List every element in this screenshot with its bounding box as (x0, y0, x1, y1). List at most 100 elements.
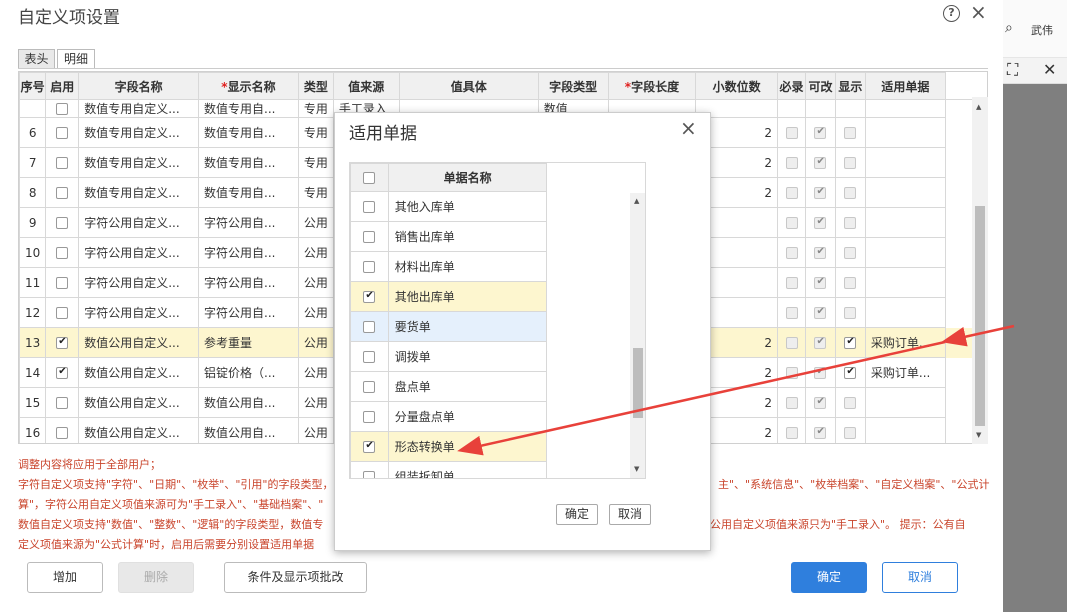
doc-checkbox[interactable] (363, 261, 376, 273)
doc-list-scrollbar[interactable]: ▲ ▼ (630, 193, 645, 478)
cell-applicable-doc[interactable] (864, 387, 946, 418)
doc-list-item[interactable]: 销售出库单 (350, 221, 645, 252)
scroll-down-icon[interactable]: ▼ (634, 465, 639, 473)
cell-applicable-doc[interactable] (864, 417, 946, 443)
grid-scrollbar[interactable]: ▲ ▼ (972, 97, 988, 444)
enabled-checkbox[interactable] (56, 277, 69, 289)
tab-header[interactable]: 表头 (18, 49, 55, 69)
cell-required (777, 297, 806, 328)
doc-list-item[interactable]: 其他出库单 (350, 281, 645, 312)
doc-checkbox[interactable] (363, 381, 376, 393)
grid-scroll-thumb[interactable] (975, 206, 985, 426)
doc-select-cell (350, 191, 389, 222)
cell-required (777, 147, 806, 178)
doc-checkbox[interactable] (363, 201, 376, 213)
cell-display-name[interactable]: 铝锭价格（... (198, 357, 299, 388)
help-icon[interactable]: ? (943, 5, 960, 22)
select-all-checkbox[interactable] (363, 172, 376, 184)
enabled-checkbox[interactable] (56, 366, 69, 379)
enabled-checkbox[interactable] (56, 103, 69, 115)
modal-cancel-button[interactable]: 取消 (609, 504, 651, 525)
cancel-button[interactable]: 取消 (882, 562, 958, 593)
cell-editable (805, 177, 836, 208)
doc-list-item[interactable]: 盘点单 (350, 371, 645, 402)
doc-checkbox[interactable] (363, 440, 376, 453)
cell-required (777, 207, 806, 238)
show-checkbox[interactable] (844, 336, 857, 349)
doc-checkbox[interactable] (363, 351, 376, 363)
cell-applicable-doc[interactable] (864, 237, 946, 268)
enabled-checkbox[interactable] (56, 157, 69, 169)
cell-display-name[interactable]: 数值专用自... (198, 117, 299, 148)
show-checkbox[interactable] (844, 366, 857, 379)
cell-display-name[interactable]: 字符公用自... (198, 297, 299, 328)
cell-seq: 12 (19, 297, 47, 328)
cell-applicable-doc[interactable] (864, 177, 946, 208)
doc-name: 盘点单 (387, 371, 548, 402)
cell-display-name[interactable]: 字符公用自... (198, 237, 299, 268)
enabled-checkbox[interactable] (56, 127, 69, 139)
modal-ok-button[interactable]: 确定 (556, 504, 598, 525)
cell-display-name[interactable]: 数值公用自... (198, 417, 299, 443)
cell-display-name[interactable]: 数值公用自... (198, 387, 299, 418)
fullscreen-icon[interactable]: ⛶ (1007, 60, 1018, 80)
user-name[interactable]: 武伟 (1031, 22, 1053, 38)
doc-scroll-thumb[interactable] (633, 348, 643, 418)
delete-button[interactable]: 删除 (118, 562, 194, 593)
cell-seq: 14 (19, 357, 47, 388)
doc-list-item[interactable]: 材料出库单 (350, 251, 645, 282)
show-checkbox (844, 247, 857, 259)
doc-list-item[interactable]: 形态转换单 (350, 431, 645, 462)
enabled-checkbox[interactable] (56, 307, 69, 319)
cell-editable (805, 297, 836, 328)
add-button[interactable]: 增加 (27, 562, 103, 593)
doc-list-item[interactable]: 调拨单 (350, 341, 645, 372)
col-value-detail: 值具体 (398, 72, 539, 100)
cell-display-name[interactable]: 数值专用自... (198, 177, 299, 208)
col-type: 类型 (297, 72, 334, 100)
cell-applicable-doc[interactable] (864, 99, 946, 118)
cell-display-name[interactable]: 字符公用自... (198, 207, 299, 238)
enabled-checkbox[interactable] (56, 247, 69, 259)
doc-checkbox[interactable] (363, 471, 376, 478)
cell-applicable-doc[interactable] (864, 147, 946, 178)
cell-applicable-doc[interactable] (864, 267, 946, 298)
col-field-name: 字段名称 (78, 72, 200, 100)
scroll-down-icon[interactable]: ▼ (976, 431, 981, 439)
cell-type: 专用 (297, 177, 334, 208)
cell-display-name[interactable]: 数值专用自... (198, 99, 299, 118)
enabled-checkbox[interactable] (56, 217, 69, 229)
scroll-up-icon[interactable]: ▲ (634, 197, 639, 205)
cell-display-name[interactable]: 字符公用自... (198, 267, 299, 298)
ok-button[interactable]: 确定 (791, 562, 867, 593)
doc-checkbox[interactable] (363, 411, 376, 423)
search-icon[interactable]: ⌕ (1005, 20, 1013, 36)
close-tab-icon[interactable]: ✕ (1043, 60, 1056, 79)
cell-applicable-doc[interactable] (864, 207, 946, 238)
doc-list-item[interactable]: 组装拆卸单 (350, 461, 645, 478)
cell-show (834, 207, 866, 238)
cell-applicable-doc[interactable] (864, 297, 946, 328)
cell-applicable-doc[interactable]: 采购订单... (864, 357, 946, 388)
enabled-checkbox[interactable] (56, 397, 69, 409)
doc-checkbox[interactable] (363, 290, 376, 303)
doc-list-item[interactable]: 其他入库单 (350, 191, 645, 222)
cell-display-name[interactable]: 数值专用自... (198, 147, 299, 178)
cell-display-name[interactable]: 参考重量 (198, 327, 299, 358)
enabled-checkbox[interactable] (56, 187, 69, 199)
scroll-up-icon[interactable]: ▲ (976, 103, 981, 111)
doc-checkbox[interactable] (363, 321, 376, 333)
enabled-checkbox[interactable] (56, 336, 69, 349)
editable-checkbox (814, 336, 827, 349)
doc-list-item[interactable]: 要货单 (350, 311, 645, 342)
tab-detail[interactable]: 明细 (57, 49, 95, 69)
batch-edit-button[interactable]: 条件及显示项批改 (224, 562, 367, 593)
cell-applicable-doc[interactable]: 采购订单... (864, 327, 946, 358)
doc-checkbox[interactable] (363, 231, 376, 243)
modal-close-icon[interactable]: × (680, 116, 697, 140)
close-icon[interactable]: × (970, 0, 987, 24)
cell-applicable-doc[interactable] (864, 117, 946, 148)
cell-seq: 9 (19, 207, 47, 238)
doc-list-item[interactable]: 分量盘点单 (350, 401, 645, 432)
enabled-checkbox[interactable] (56, 427, 69, 439)
